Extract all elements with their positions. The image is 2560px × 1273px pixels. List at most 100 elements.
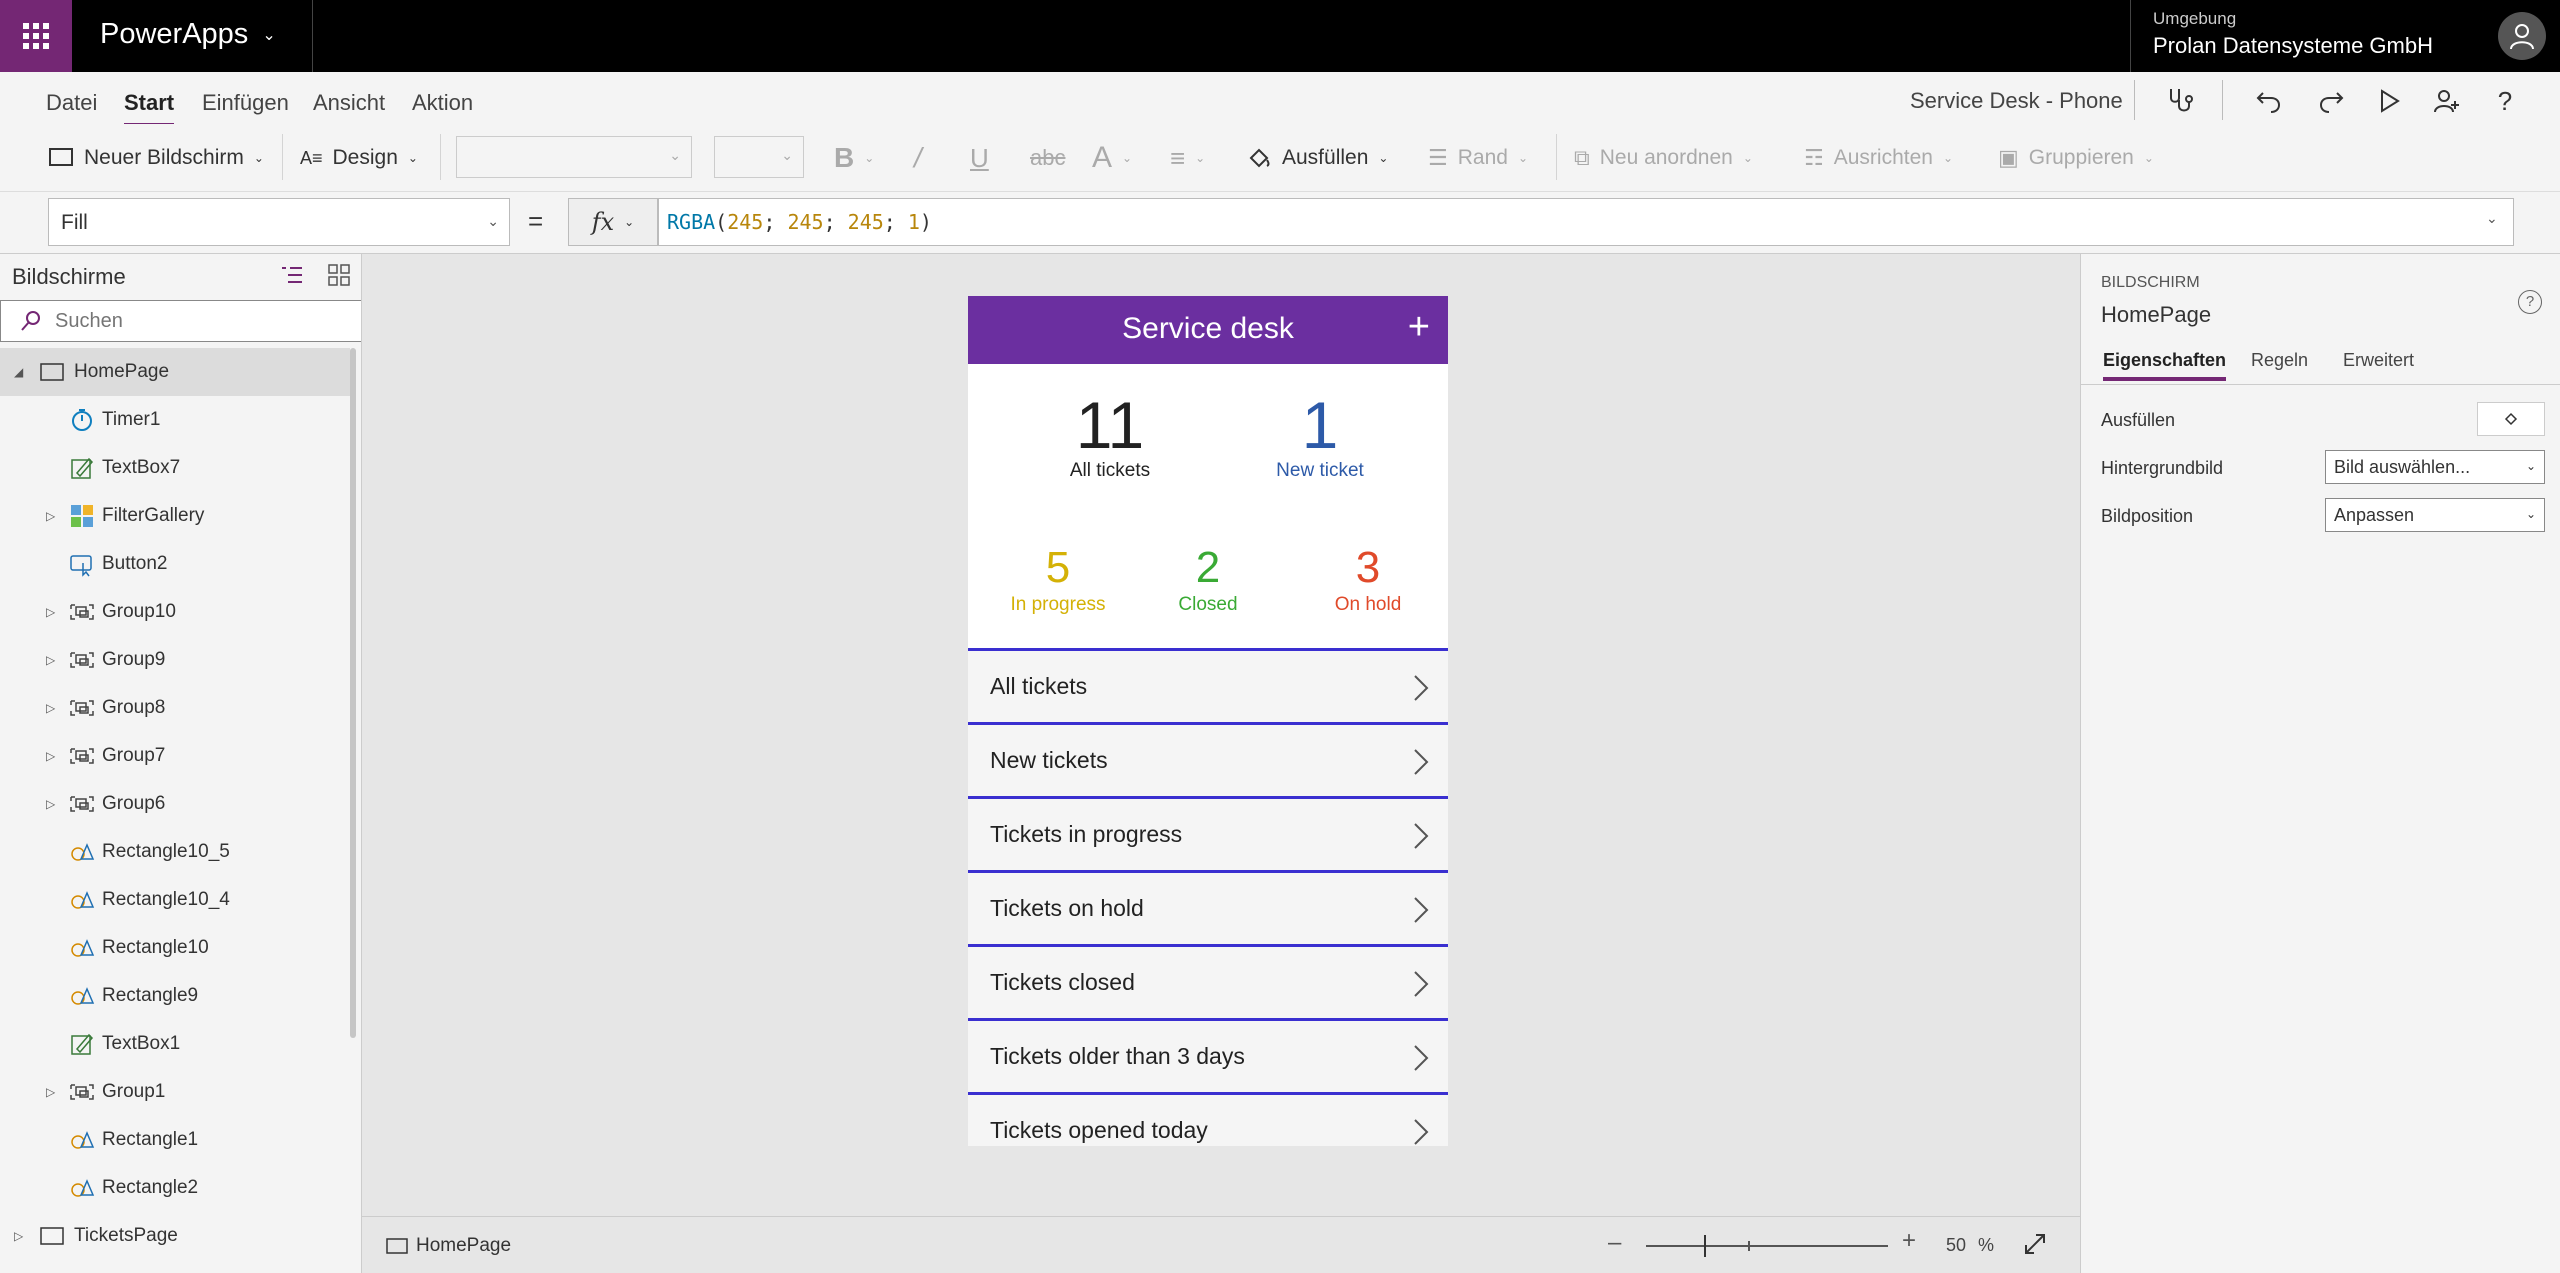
menu-datei[interactable]: Datei xyxy=(46,90,97,116)
expand-icon[interactable]: ▷ xyxy=(46,509,55,523)
expand-icon[interactable]: ▷ xyxy=(46,605,55,619)
app-launcher-icon[interactable] xyxy=(0,0,72,72)
ticket-nav-item[interactable]: Tickets in progress xyxy=(968,796,1448,870)
share-user-icon[interactable] xyxy=(2430,84,2464,118)
expand-icon[interactable]: ▷ xyxy=(46,701,55,715)
control-node[interactable]: Button2 xyxy=(0,540,350,588)
control-node[interactable]: ▷ FilterGallery xyxy=(0,492,350,540)
zoom-in-button[interactable]: + xyxy=(1902,1227,1916,1255)
expand-icon[interactable]: ▷ xyxy=(46,797,55,811)
property-select[interactable]: Fill ⌄ xyxy=(48,198,510,246)
help-icon[interactable]: ? xyxy=(2488,84,2522,118)
control-node[interactable]: ▷ Group8 xyxy=(0,684,350,732)
tree-view-icon[interactable] xyxy=(278,262,306,290)
control-node[interactable]: TextBox1 xyxy=(0,1020,350,1068)
ticket-nav-item[interactable]: Tickets closed xyxy=(968,944,1448,1018)
control-node[interactable]: Rectangle10_5 xyxy=(0,828,350,876)
strikethrough-icon[interactable]: abc xyxy=(1030,138,1065,178)
fill-button[interactable]: Ausfüllen ⌄ xyxy=(1246,138,1388,178)
tab-regeln[interactable]: Regeln xyxy=(2251,350,2308,371)
align-text-icon[interactable]: ≡ ⌄ xyxy=(1170,138,1205,178)
divider xyxy=(2134,80,2135,120)
control-node[interactable]: ▷ Group10 xyxy=(0,588,350,636)
control-node[interactable]: Rectangle9 xyxy=(0,972,350,1020)
add-ticket-icon[interactable]: + xyxy=(1408,306,1430,349)
control-node[interactable]: ▷ Group9 xyxy=(0,636,350,684)
phone-screen-preview[interactable]: Service desk + 11 All tickets 1 New ticket 5… xyxy=(968,296,1448,1146)
font-size-select[interactable]: ⌄ xyxy=(714,136,804,178)
search-input[interactable] xyxy=(55,307,345,335)
ticket-nav-item[interactable]: All tickets xyxy=(968,648,1448,722)
stat-tile[interactable]: 5 In progress xyxy=(988,544,1128,616)
design-button[interactable]: A≡ Design ⌄ xyxy=(300,138,418,178)
screen-node[interactable]: ◢ HomePage xyxy=(0,348,350,396)
expand-icon[interactable]: ▷ xyxy=(14,1229,23,1243)
control-node[interactable]: Rectangle2 xyxy=(0,1164,350,1212)
control-node[interactable]: ▷ Group1 xyxy=(0,1068,350,1116)
align-button[interactable]: ☶ Ausrichten ⌄ xyxy=(1804,138,1953,178)
environment-picker[interactable]: Umgebung Prolan Datensysteme GmbH xyxy=(2130,0,2490,72)
collapse-icon[interactable]: ◢ xyxy=(14,365,23,379)
tab-erweitert[interactable]: Erweitert xyxy=(2343,350,2414,371)
new-screen-icon xyxy=(49,148,73,166)
control-node[interactable]: Timer1 xyxy=(0,396,350,444)
stat-tile[interactable]: 2 Closed xyxy=(1138,544,1278,616)
app-checker-icon[interactable] xyxy=(2162,84,2196,118)
reorder-button[interactable]: ⧉ Neu anordnen ⌄ xyxy=(1574,138,1753,178)
help-icon[interactable]: ? xyxy=(2518,290,2542,314)
redo-icon[interactable] xyxy=(2314,84,2348,118)
undo-icon[interactable] xyxy=(2252,84,2286,118)
border-button[interactable]: ☰ Rand ⌄ xyxy=(1428,138,1528,178)
environment-name: Prolan Datensysteme GmbH xyxy=(2153,33,2433,58)
ticket-nav-item[interactable]: Tickets opened today xyxy=(968,1092,1448,1146)
control-node[interactable]: ▷ Group7 xyxy=(0,732,350,780)
expand-icon[interactable]: ▷ xyxy=(46,749,55,763)
underline-icon[interactable]: U xyxy=(970,138,989,178)
formula-input[interactable]: RGBA(245; 245; 245; 1) xyxy=(658,198,2514,246)
new-screen-button[interactable]: Neuer Bildschirm ⌄ xyxy=(48,138,264,178)
stat-tile[interactable]: 11 All tickets xyxy=(1030,392,1190,482)
ticket-nav-item[interactable]: New tickets xyxy=(968,722,1448,796)
stat-tile[interactable]: 1 New ticket xyxy=(1230,392,1410,482)
user-avatar-icon[interactable] xyxy=(2498,12,2546,60)
control-node[interactable]: TextBox7 xyxy=(0,444,350,492)
stat-tile[interactable]: 3 On hold xyxy=(1298,544,1438,616)
ticket-nav-item[interactable]: Tickets on hold xyxy=(968,870,1448,944)
current-screen-tab[interactable]: HomePage xyxy=(386,1235,511,1257)
search-box[interactable] xyxy=(0,300,361,342)
background-image-select[interactable]: Bild auswählen... ⌄ xyxy=(2325,450,2545,484)
control-node[interactable]: Rectangle10 xyxy=(0,924,350,972)
font-select[interactable]: ⌄ xyxy=(456,136,692,178)
zoom-slider[interactable] xyxy=(1646,1245,1888,1247)
play-icon[interactable] xyxy=(2372,84,2406,118)
app-name-menu[interactable]: PowerApps ⌄ xyxy=(100,18,276,51)
control-node[interactable]: Rectangle1 xyxy=(0,1116,350,1164)
thumbnail-view-icon[interactable] xyxy=(326,262,354,290)
tab-eigenschaften[interactable]: Eigenschaften xyxy=(2103,350,2227,381)
expand-icon[interactable]: ▷ xyxy=(46,653,55,667)
menu-einfuegen[interactable]: Einfügen xyxy=(202,90,289,116)
image-position-select[interactable]: Anpassen ⌄ xyxy=(2325,498,2545,532)
bold-icon[interactable]: B ⌄ xyxy=(834,138,874,178)
control-node[interactable]: ▷ Group6 xyxy=(0,780,350,828)
font-color-icon[interactable]: A ⌄ xyxy=(1092,138,1132,178)
zoom-slider-thumb[interactable] xyxy=(1704,1235,1706,1257)
menu-ansicht[interactable]: Ansicht xyxy=(313,90,385,116)
textbox-icon xyxy=(68,454,96,482)
group-button[interactable]: ▣ Gruppieren ⌄ xyxy=(1998,138,2154,178)
scrollbar[interactable] xyxy=(350,348,356,1038)
menu-start[interactable]: Start xyxy=(124,90,175,126)
fit-to-window-icon[interactable] xyxy=(2022,1231,2048,1262)
fill-color-picker[interactable] xyxy=(2477,402,2545,436)
fx-button[interactable]: fx ⌄ xyxy=(568,198,658,246)
expand-formula-icon[interactable]: ⌄ xyxy=(2486,210,2498,227)
menu-aktion[interactable]: Aktion xyxy=(412,90,473,116)
control-node[interactable]: Rectangle10_4 xyxy=(0,876,350,924)
reorder-label: Neu anordnen xyxy=(1599,146,1733,169)
screen-node[interactable]: ▷ TicketsPage xyxy=(0,1212,350,1260)
ticket-nav-item[interactable]: Tickets older than 3 days xyxy=(968,1018,1448,1092)
italic-icon[interactable]: / xyxy=(914,138,922,178)
zoom-out-button[interactable]: – xyxy=(1608,1229,1621,1257)
expand-icon[interactable]: ▷ xyxy=(46,1085,55,1099)
tree-node-label: Group1 xyxy=(102,1081,166,1102)
